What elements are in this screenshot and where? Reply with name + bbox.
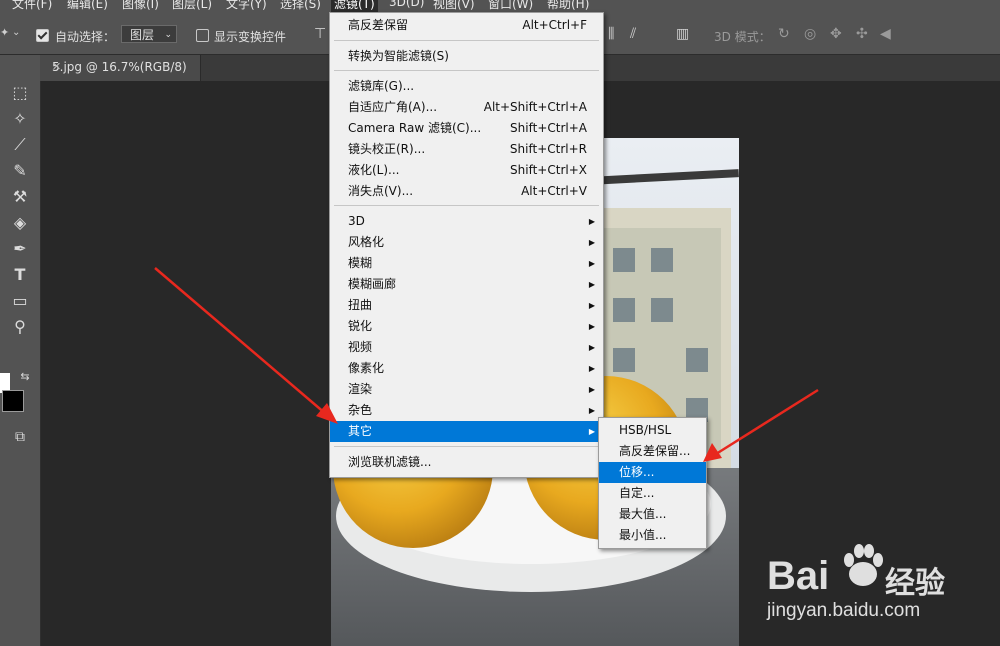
watermark-brand-suffix: 经验 <box>885 566 945 601</box>
baidu-jingyan-watermark: Bai 经验 jingyan.baidu.com <box>765 540 995 630</box>
paw-logo-icon <box>844 544 883 586</box>
arrow-to-other-icon <box>154 267 338 424</box>
watermark-brand: Bai <box>767 554 830 598</box>
watermark-url: jingyan.baidu.com <box>767 600 921 621</box>
arrow-to-offset-icon <box>703 388 819 462</box>
